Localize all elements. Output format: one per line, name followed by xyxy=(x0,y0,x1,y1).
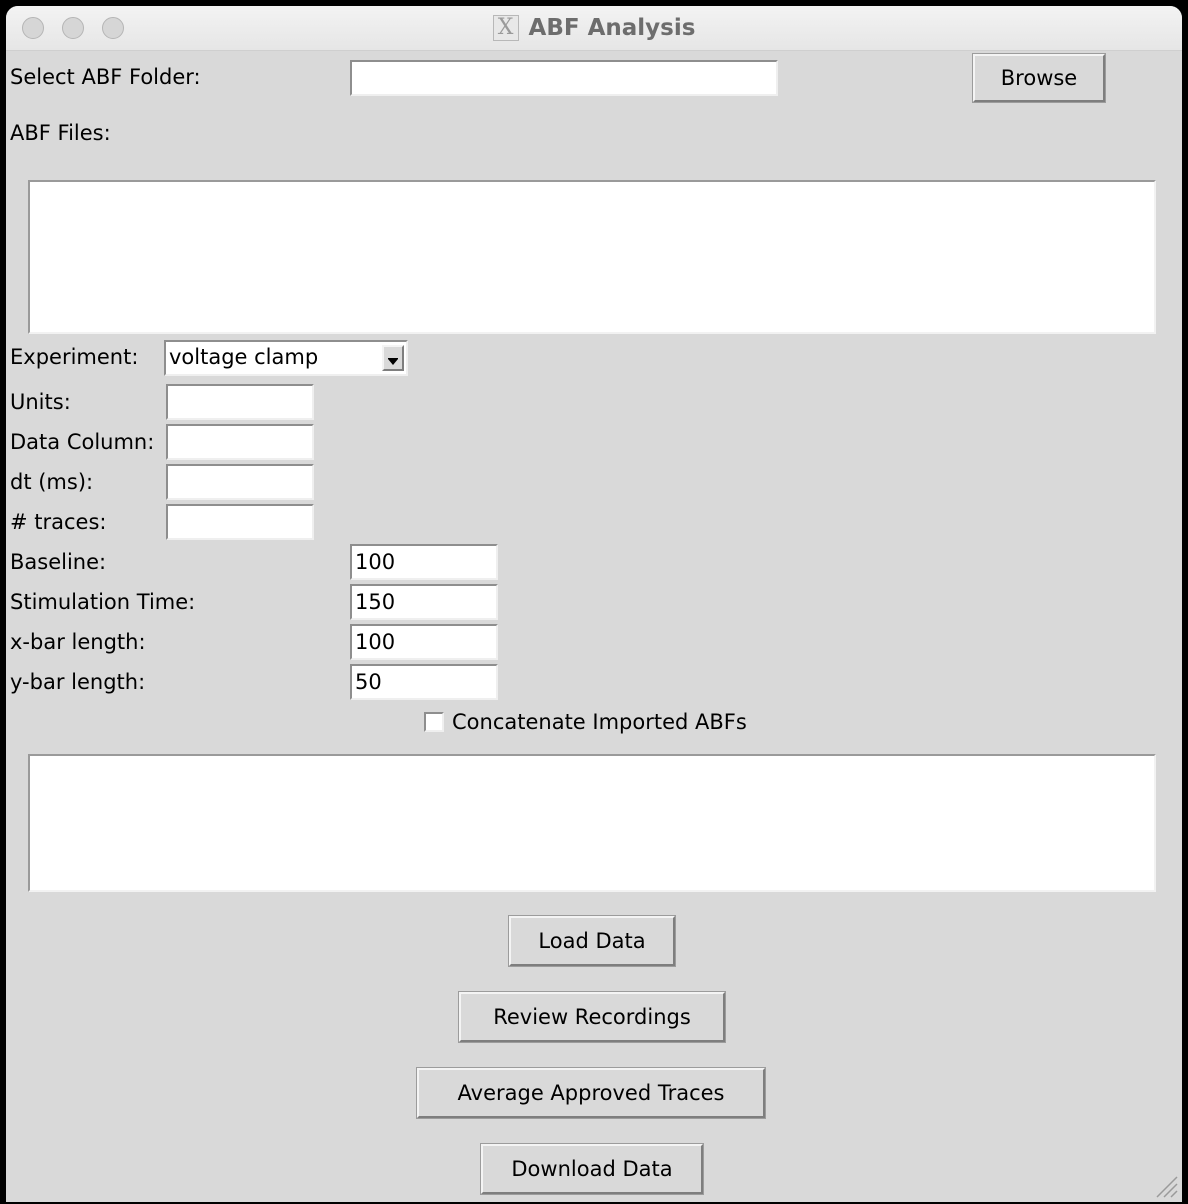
experiment-label: Experiment: xyxy=(10,345,139,369)
x-bar-length-label: x-bar length: xyxy=(10,630,146,654)
stimulation-time-label: Stimulation Time: xyxy=(10,590,196,614)
dt-input[interactable] xyxy=(166,464,314,500)
download-data-button[interactable]: Download Data xyxy=(480,1143,704,1195)
traces-label: # traces: xyxy=(10,510,107,534)
experiment-combobox[interactable]: voltage clamp xyxy=(164,340,408,376)
resize-grip-icon[interactable] xyxy=(1152,1172,1178,1198)
load-data-button[interactable]: Load Data xyxy=(508,915,676,967)
main-panel: Select ABF Folder: Browse ABF Files: Exp… xyxy=(6,50,1182,1202)
abf-files-label: ABF Files: xyxy=(10,121,111,145)
y-bar-length-label: y-bar length: xyxy=(10,670,146,694)
traces-input[interactable] xyxy=(166,504,314,540)
average-approved-traces-button[interactable]: Average Approved Traces xyxy=(416,1067,766,1119)
baseline-label: Baseline: xyxy=(10,550,107,574)
data-column-label: Data Column: xyxy=(10,430,155,454)
units-label: Units: xyxy=(10,390,71,414)
title-bar[interactable]: X ABF Analysis xyxy=(6,6,1182,51)
x-bar-length-input[interactable] xyxy=(350,624,498,660)
abf-files-list[interactable] xyxy=(28,180,1156,334)
concatenate-label[interactable]: Concatenate Imported ABFs xyxy=(452,709,747,735)
chevron-down-icon[interactable] xyxy=(382,345,404,371)
review-recordings-button[interactable]: Review Recordings xyxy=(458,991,726,1043)
abf-analysis-window: X ABF Analysis Select ABF Folder: Browse… xyxy=(6,6,1182,1202)
experiment-selected-value: voltage clamp xyxy=(169,345,319,369)
baseline-input[interactable] xyxy=(350,544,498,580)
dt-label: dt (ms): xyxy=(10,470,94,494)
y-bar-length-input[interactable] xyxy=(350,664,498,700)
select-folder-label: Select ABF Folder: xyxy=(10,65,201,89)
folder-path-input[interactable] xyxy=(350,60,778,96)
units-input[interactable] xyxy=(166,384,314,420)
data-column-input[interactable] xyxy=(166,424,314,460)
output-text-box[interactable] xyxy=(28,754,1156,892)
stimulation-time-input[interactable] xyxy=(350,584,498,620)
browse-button[interactable]: Browse xyxy=(972,53,1106,103)
window-title: ABF Analysis xyxy=(528,15,696,41)
x11-icon: X xyxy=(492,15,519,41)
concatenate-checkbox[interactable] xyxy=(424,712,444,732)
